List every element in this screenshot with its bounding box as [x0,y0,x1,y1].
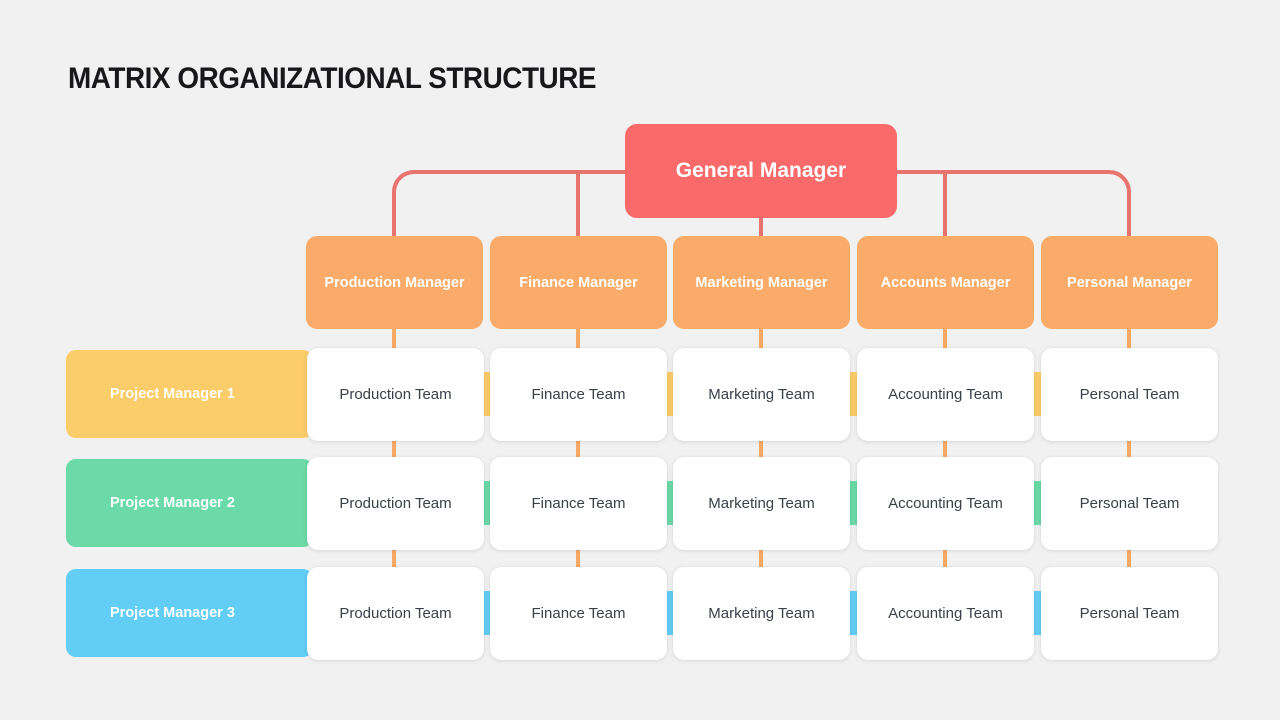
team-card[interactable]: Personal Team [1041,567,1218,660]
team-card[interactable]: Marketing Team [673,348,850,441]
team-card[interactable]: Accounting Team [857,457,1034,550]
team-card-label: Personal Team [1079,495,1180,512]
team-card[interactable]: Production Team [307,457,484,550]
team-card[interactable]: Marketing Team [673,457,850,550]
team-card-label: Marketing Team [708,386,815,403]
manager-node-accounts[interactable]: Accounts Manager [857,236,1034,329]
team-card[interactable]: Accounting Team [857,567,1034,660]
manager-label-personal: Personal Manager [1067,274,1192,291]
team-card[interactable]: Production Team [307,567,484,660]
team-card[interactable]: Finance Team [490,567,667,660]
team-card-label: Accounting Team [888,605,1003,622]
manager-node-personal[interactable]: Personal Manager [1041,236,1218,329]
manager-node-finance[interactable]: Finance Manager [490,236,667,329]
team-card-label: Production Team [339,495,452,512]
team-card[interactable]: Accounting Team [857,348,1034,441]
team-card[interactable]: Personal Team [1041,457,1218,550]
manager-label-marketing: Marketing Manager [695,274,828,291]
manager-node-marketing[interactable]: Marketing Manager [673,236,850,329]
team-card-label: Finance Team [531,386,626,403]
team-card-label: Marketing Team [708,605,815,622]
team-card-label: Accounting Team [888,386,1003,403]
team-card-label: Finance Team [531,495,626,512]
manager-label-production: Production Manager [324,274,465,291]
team-card[interactable]: Marketing Team [673,567,850,660]
team-card[interactable]: Personal Team [1041,348,1218,441]
general-manager-label: General Manager [675,159,847,182]
manager-node-production[interactable]: Production Manager [306,236,483,329]
manager-label-finance: Finance Manager [519,274,638,291]
manager-label-accounts: Accounts Manager [880,274,1011,291]
node-layer: General Manager Production Manager Finan… [0,0,1280,720]
team-card-label: Production Team [339,605,452,622]
team-card-label: Finance Team [531,605,626,622]
general-manager-node[interactable]: General Manager [625,124,897,218]
team-card-label: Marketing Team [708,495,815,512]
team-card-label: Personal Team [1079,605,1180,622]
team-card-label: Accounting Team [888,495,1003,512]
team-card-label: Production Team [339,386,452,403]
team-card[interactable]: Finance Team [490,457,667,550]
team-card[interactable]: Production Team [307,348,484,441]
team-card-label: Personal Team [1079,386,1180,403]
team-card[interactable]: Finance Team [490,348,667,441]
